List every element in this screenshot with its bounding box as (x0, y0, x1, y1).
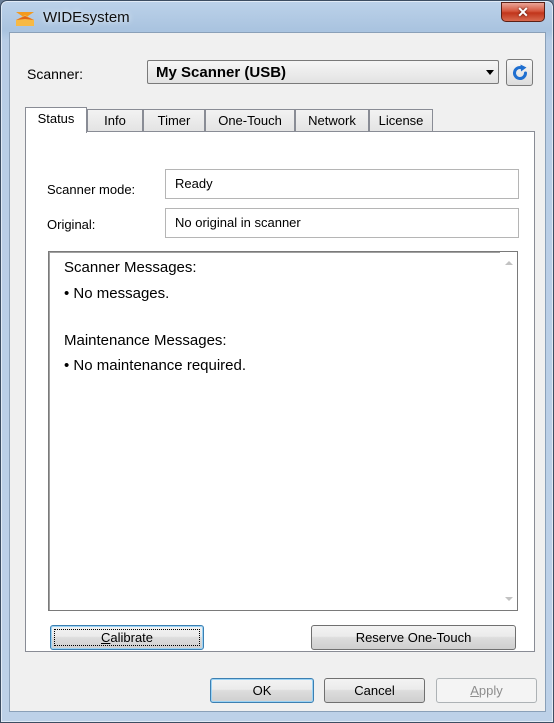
scroll-up-arrow-icon[interactable] (505, 261, 513, 265)
original-field: No original in scanner (165, 208, 519, 238)
apply-label: pply (478, 683, 503, 698)
apply-mnemonic: A (470, 683, 479, 698)
window-title: WIDEsystem (43, 9, 130, 26)
scanner-messages-item: • No messages. (64, 285, 170, 302)
tab-network[interactable]: Network (295, 109, 369, 132)
messages-scrollbar[interactable] (500, 252, 517, 610)
calibrate-button[interactable]: Calibrate (50, 625, 204, 650)
maintenance-messages-item: • No maintenance required. (64, 357, 247, 374)
scroll-down-arrow-icon[interactable] (505, 597, 513, 601)
tab-info[interactable]: Info (87, 109, 143, 132)
apply-button[interactable]: Apply (436, 678, 537, 703)
chevron-down-icon (486, 70, 494, 75)
ok-button[interactable]: OK (210, 678, 314, 703)
close-button[interactable]: ✕ (501, 2, 545, 22)
dialog-window: WIDEsystem ✕ Scanner: My Scanner (USB) S… (0, 0, 554, 723)
scanner-messages-heading: Scanner Messages: (64, 259, 197, 276)
tab-status[interactable]: Status (25, 107, 87, 133)
refresh-button[interactable] (506, 59, 533, 86)
app-logo-icon (16, 12, 34, 26)
scanner-mode-field: Ready (165, 169, 519, 199)
tab-one-touch[interactable]: One-Touch (205, 109, 295, 132)
tab-license[interactable]: License (369, 109, 433, 132)
original-label: Original: (47, 217, 96, 232)
scanner-label: Scanner: (27, 66, 84, 82)
cancel-button[interactable]: Cancel (324, 678, 425, 703)
scanner-dropdown[interactable]: My Scanner (USB) (147, 60, 499, 84)
messages-box[interactable]: Scanner Messages: • No messages. Mainten… (48, 251, 518, 611)
tab-timer[interactable]: Timer (143, 109, 205, 132)
reserve-one-touch-button[interactable]: Reserve One-Touch (311, 625, 516, 650)
maintenance-messages-heading: Maintenance Messages: (64, 332, 227, 349)
focus-indicator (54, 629, 200, 646)
close-icon: ✕ (517, 4, 529, 20)
refresh-icon (513, 64, 527, 80)
scanner-selected-value: My Scanner (USB) (156, 64, 287, 81)
scanner-mode-label: Scanner mode: (47, 182, 136, 197)
title-bar[interactable]: WIDEsystem ✕ (1, 1, 553, 31)
